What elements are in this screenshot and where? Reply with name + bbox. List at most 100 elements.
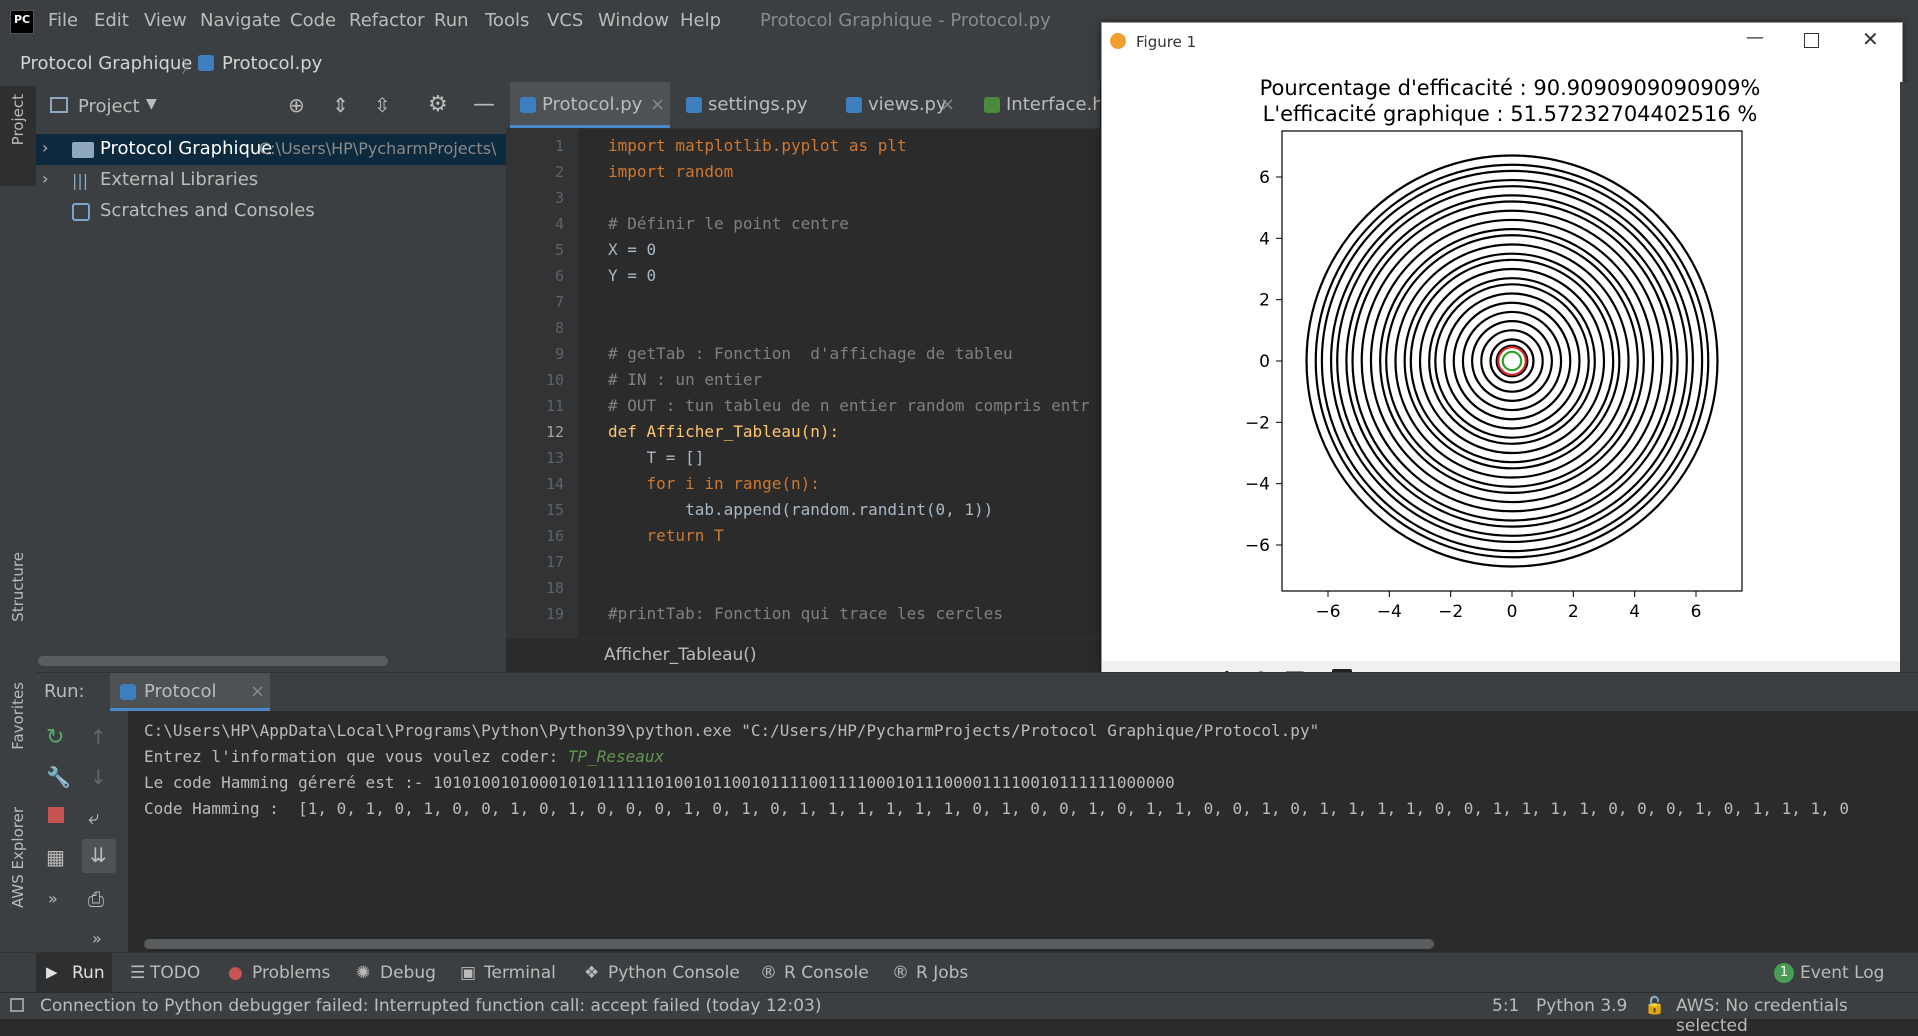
menu-refactor[interactable]: Refactor (349, 10, 425, 31)
function-breadcrumb[interactable]: Afficher_Tableau() (604, 645, 757, 665)
close-icon[interactable]: × (650, 94, 665, 115)
maximize-icon[interactable] (1804, 33, 1819, 48)
breadcrumb-project[interactable]: Protocol Graphique (20, 53, 192, 74)
x-tick-label: −6 (1315, 602, 1340, 622)
x-tick-label: 2 (1568, 602, 1579, 622)
close-icon[interactable]: × (940, 94, 955, 115)
menu-help[interactable]: Help (680, 10, 721, 31)
lock-icon[interactable]: 🔓 (1644, 996, 1665, 1016)
line-number: 9 (554, 345, 564, 363)
tree-item-external-libraries[interactable]: › ||| External Libraries (36, 165, 506, 196)
y-tick-label: 0 (1259, 352, 1270, 372)
status-message[interactable]: Connection to Python debugger failed: In… (40, 996, 821, 1016)
console-prompt: Entrez l'information que vous voulez cod… (144, 747, 568, 766)
circles-chart: Pourcentage d'efficacité : 90.9090909090… (1245, 76, 1761, 622)
x-tick-label: 0 (1507, 602, 1518, 622)
run-tab-label: Protocol (144, 681, 217, 702)
python-console-icon: ❖ (584, 963, 600, 983)
tab-settings-py[interactable]: settings.py (678, 82, 814, 128)
project-panel: Project ▼ ⊕ ⇕ ⇳ ⚙ — › Protocol Graphique… (36, 82, 506, 672)
menu-code[interactable]: Code (290, 10, 336, 31)
locate-icon[interactable]: ⊕ (288, 93, 305, 117)
menu-view[interactable]: View (144, 10, 187, 31)
tab-interface-html[interactable]: Interface.htm (976, 82, 1100, 128)
tool-label: Run (72, 963, 105, 983)
menu-file[interactable]: File (48, 10, 78, 31)
tool-debug[interactable]: Debug (380, 963, 436, 983)
python-file-icon (120, 684, 136, 700)
chevron-right-icon[interactable]: › (42, 138, 48, 157)
console-horizontal-scrollbar[interactable] (144, 939, 1434, 949)
tool-todo[interactable]: TODO (150, 963, 200, 983)
code-line: return T (608, 526, 724, 545)
chart-title-line1: Pourcentage d'efficacité : 90.9090909090… (1260, 76, 1761, 100)
line-number: 1 (554, 137, 564, 155)
bug-icon: ✺ (356, 963, 371, 983)
line-number: 19 (545, 605, 564, 623)
python-interpreter[interactable]: Python 3.9 (1536, 996, 1627, 1016)
line-number: 18 (545, 579, 564, 597)
tree-item-scratches[interactable]: Scratches and Consoles (36, 196, 506, 227)
minimize-icon[interactable]: — (1746, 27, 1764, 48)
project-tool-button[interactable]: Project (0, 86, 36, 186)
code-line: #printTab: Fonction qui trace les cercle… (608, 604, 1003, 623)
tree-item-protocol-graphique[interactable]: › Protocol Graphique C:\Users\HP\Pycharm… (36, 134, 506, 165)
line-number: 7 (554, 293, 564, 311)
matplotlib-icon (1110, 33, 1126, 49)
close-icon[interactable]: × (250, 681, 265, 702)
favorites-tool-button[interactable]: Favorites (9, 682, 27, 750)
menu-run[interactable]: Run (434, 10, 469, 31)
structure-tool-button[interactable]: Structure (9, 552, 27, 622)
aws-credentials[interactable]: AWS: No credentials selected (1676, 996, 1918, 1036)
cursor-position[interactable]: 5:1 (1492, 996, 1519, 1016)
tree-item-label: Protocol Graphique (100, 138, 273, 159)
run-panel: Run: Protocol × ↻ 🔧 ▦ » ↑ ↓ ⤶ ⇊ ⎙ » C:\U… (36, 672, 1918, 953)
menu-edit[interactable]: Edit (94, 10, 129, 31)
project-tool-label: Project (9, 94, 27, 146)
close-icon[interactable]: ✕ (1862, 27, 1879, 51)
line-number: 6 (554, 267, 564, 285)
tool-r-console[interactable]: R Console (784, 963, 869, 983)
chevron-right-icon[interactable]: › (42, 169, 48, 188)
tab-views-py[interactable]: views.py × (838, 82, 958, 128)
aws-explorer-tool-button[interactable]: AWS Explorer (9, 807, 27, 908)
line-number-gutter: 1 2 3 4 5 6 7 8 9 10 11 12 13 14 15 16 1… (506, 128, 578, 638)
scratches-icon (72, 203, 90, 221)
menu-tools[interactable]: Tools (485, 10, 529, 31)
y-tick-label: −2 (1245, 413, 1270, 433)
tool-run[interactable]: ▶ Run (36, 953, 112, 993)
tab-label: Interface.htm (1006, 94, 1100, 115)
console-output[interactable]: C:\Users\HP\AppData\Local\Programs\Pytho… (36, 711, 1918, 953)
menu-navigate[interactable]: Navigate (200, 10, 281, 31)
event-log-badge: 1 (1774, 963, 1794, 983)
code-line: import matplotlib.pyplot as plt (608, 136, 907, 155)
expand-all-icon[interactable]: ⇕ (332, 93, 349, 117)
code-line: # IN : un entier (608, 370, 763, 389)
y-tick-label: −6 (1245, 536, 1270, 556)
hide-panel-icon[interactable]: — (473, 92, 495, 117)
gear-icon[interactable]: ⚙ (428, 92, 448, 117)
tab-protocol-py[interactable]: Protocol.py × (510, 82, 670, 128)
project-view-selector[interactable]: Project (78, 96, 140, 117)
run-tab-protocol[interactable]: Protocol × (110, 673, 270, 711)
code-line: # Définir le point centre (608, 214, 849, 233)
code-line: T = [] (608, 448, 705, 467)
line-number: 13 (545, 449, 564, 467)
play-icon: ▶ (46, 963, 58, 981)
tree-item-label: External Libraries (100, 169, 259, 190)
tool-problems[interactable]: Problems (252, 963, 330, 983)
code-area[interactable]: import matplotlib.pyplot as plt import r… (578, 128, 1100, 638)
horizontal-scrollbar[interactable] (38, 656, 388, 666)
tool-python-console[interactable]: Python Console (608, 963, 740, 983)
tool-event-log[interactable]: Event Log (1800, 963, 1884, 983)
collapse-all-icon[interactable]: ⇳ (374, 93, 391, 117)
line-number: 3 (554, 189, 564, 207)
toggle-tool-windows-icon[interactable] (10, 998, 24, 1012)
breadcrumb-file[interactable]: Protocol.py (222, 53, 322, 74)
menu-vcs[interactable]: VCS (547, 10, 583, 31)
menu-window[interactable]: Window (598, 10, 669, 31)
chevron-down-icon[interactable]: ▼ (146, 96, 157, 112)
tool-r-jobs[interactable]: R Jobs (916, 963, 968, 983)
editor-breadcrumb-bar: Afficher_Tableau() (506, 638, 1100, 673)
tool-terminal[interactable]: Terminal (484, 963, 556, 983)
